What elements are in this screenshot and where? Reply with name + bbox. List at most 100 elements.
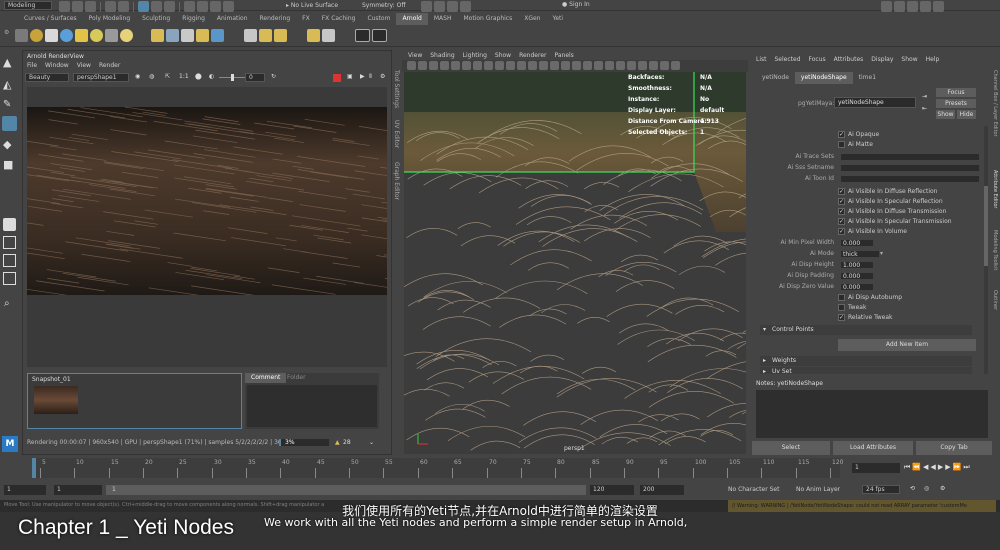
yeti-icon-10[interactable] [321, 29, 335, 42]
search-icon[interactable]: ⌕ [4, 298, 10, 309]
vtab-channel-box[interactable]: Channel Box / Layer Editor [992, 70, 998, 137]
ae-menu-focus[interactable]: Focus [809, 56, 826, 63]
checkbox[interactable]: ✓ [838, 131, 845, 138]
render-frame-icon[interactable] [421, 1, 432, 12]
snapshot-panel[interactable]: Snapshot_01 [27, 373, 242, 429]
ae-checkbox-row[interactable]: Ai Disp Autobump [756, 293, 980, 303]
new-scene-icon[interactable] [59, 1, 70, 12]
comment-textarea[interactable] [247, 385, 377, 427]
select-hierarchy-icon[interactable] [138, 1, 149, 12]
live-surface[interactable]: ▸ No Live Surface [286, 2, 338, 9]
play-back-icon[interactable]: ◀ [930, 463, 937, 471]
symmetry[interactable]: Symmetry: Off [362, 2, 405, 9]
maya-help-icon[interactable]: M [2, 436, 18, 452]
ae-menu-list[interactable]: List [756, 56, 767, 63]
physical-sky-icon[interactable] [75, 29, 88, 42]
ae-menu-show[interactable]: Show [901, 56, 917, 63]
vtab-outliner[interactable]: Outliner [992, 290, 998, 310]
start-frame-field[interactable]: 1 [4, 485, 46, 495]
shelf-tab-animation[interactable]: Animation [211, 13, 254, 25]
light-portal-icon[interactable] [90, 29, 103, 42]
end-frame-field[interactable]: 200 [640, 485, 684, 495]
yeti-icon-5[interactable] [211, 29, 224, 42]
motion-blur-icon[interactable] [572, 61, 581, 70]
outliner-pane-icon[interactable] [3, 272, 16, 285]
shelf-tab-yeti[interactable]: Yeti [546, 13, 569, 25]
lasso-tool-icon[interactable]: ◭ [3, 78, 16, 91]
snap-grid-icon[interactable] [184, 1, 195, 12]
single-pane-icon[interactable] [3, 218, 16, 231]
ae-checkbox-row[interactable]: Tweak [756, 303, 980, 313]
step-forward-icon[interactable]: ▶ [945, 463, 952, 471]
checkbox[interactable]: ✓ [838, 198, 845, 205]
save-scene-icon[interactable] [85, 1, 96, 12]
tab-yetinode[interactable]: yetiNode [756, 72, 795, 84]
node-name-field[interactable]: yetiNodeShape [834, 97, 916, 108]
range-bar[interactable]: 1 [106, 485, 586, 495]
shelf-tab-arnold[interactable]: Arnold [396, 13, 428, 25]
channel-box-icon[interactable] [933, 1, 944, 12]
loop-icon[interactable]: ⟲ [910, 485, 915, 492]
snap-point-icon[interactable] [210, 1, 221, 12]
field-input[interactable] [840, 164, 980, 172]
exposure-icon[interactable]: ◐ [209, 73, 214, 80]
four-pane-icon[interactable] [3, 236, 16, 249]
yeti-icon-4[interactable] [196, 29, 209, 42]
light-manager-icon[interactable] [105, 29, 118, 42]
checkbox[interactable]: ✓ [838, 208, 845, 215]
current-frame-field[interactable]: 1 [852, 463, 900, 473]
xray-icon[interactable] [616, 61, 625, 70]
shelf-settings-icon[interactable]: ⚙ [4, 29, 9, 36]
snap-curve-icon[interactable] [197, 1, 208, 12]
scale-tool-icon[interactable]: ■ [3, 158, 16, 171]
yeti-icon-8[interactable] [273, 29, 287, 42]
character-controls-icon[interactable] [894, 1, 905, 12]
ae-checkbox-row[interactable]: ✓ Ai Visible In Specular Transmission [756, 217, 980, 227]
yeti-icon-9[interactable] [306, 29, 320, 42]
anim-prefs-icon[interactable]: ⚙ [940, 485, 945, 492]
refresh-icon[interactable]: ↻ [271, 73, 276, 80]
menu-view[interactable]: View [77, 62, 91, 69]
time-slider[interactable]: 5 10 15 20 25 30 35 40 45 50 55 60 65 70 75 80 85 90 95 100… [0, 458, 1000, 482]
textured-icon[interactable] [528, 61, 537, 70]
film-gate-icon[interactable] [451, 61, 460, 70]
playback-end-field[interactable]: 120 [590, 485, 634, 495]
focus-button[interactable]: Focus [936, 88, 976, 97]
exposure-handle[interactable] [231, 74, 234, 81]
presets-button[interactable]: Presets [936, 99, 976, 108]
ae-checkbox-row[interactable]: Ai Matte [756, 140, 980, 150]
section-uv-set[interactable]: ▸ Uv Set [760, 367, 972, 374]
tab-folder[interactable]: Folder [281, 373, 312, 383]
vp-menu-show[interactable]: Show [495, 52, 511, 59]
two-pane-icon[interactable] [3, 254, 16, 267]
yeti-icon-6[interactable] [243, 29, 257, 42]
shelf-tab-rigging[interactable]: Rigging [176, 13, 211, 25]
color-space-icon[interactable] [671, 61, 680, 70]
select-object-icon[interactable] [151, 1, 162, 12]
shelf-tab-custom[interactable]: Custom [361, 13, 396, 25]
display-icon[interactable]: ◉ [135, 73, 140, 80]
checkbox[interactable] [838, 304, 845, 311]
gate-mask-icon[interactable] [473, 61, 482, 70]
field-chart-icon[interactable] [484, 61, 493, 70]
exposure-icon[interactable] [649, 61, 658, 70]
ambient-occlusion-icon[interactable] [561, 61, 570, 70]
tool-settings-icon[interactable] [920, 1, 931, 12]
field-input[interactable]: 0.000 [840, 283, 874, 291]
select-component-icon[interactable] [164, 1, 175, 12]
exposure-field[interactable]: 0 [245, 73, 265, 82]
vp-menu-lighting[interactable]: Lighting [463, 52, 487, 59]
depth-of-field-icon[interactable] [594, 61, 603, 70]
vtab-tool-settings[interactable]: Tool Settings [393, 70, 400, 108]
add-new-item-button[interactable]: Add New Item [838, 339, 976, 351]
skydome-icon[interactable] [60, 29, 73, 42]
shelf-tab-rendering[interactable]: Rendering [254, 13, 297, 25]
viewport-canvas[interactable]: Backfaces: N/A Smoothness: N/A Instance: No Di… [404, 72, 746, 454]
autokey-icon[interactable]: ◎ [924, 485, 929, 492]
step-forward-key-icon[interactable]: ⏩ [953, 463, 964, 471]
select-button[interactable]: Select [752, 441, 830, 455]
go-end-icon[interactable]: ⏭ [963, 463, 971, 471]
ae-menu-display[interactable]: Display [871, 56, 893, 63]
menu-render[interactable]: Render [99, 62, 120, 69]
character-set[interactable]: No Character Set [728, 486, 779, 493]
